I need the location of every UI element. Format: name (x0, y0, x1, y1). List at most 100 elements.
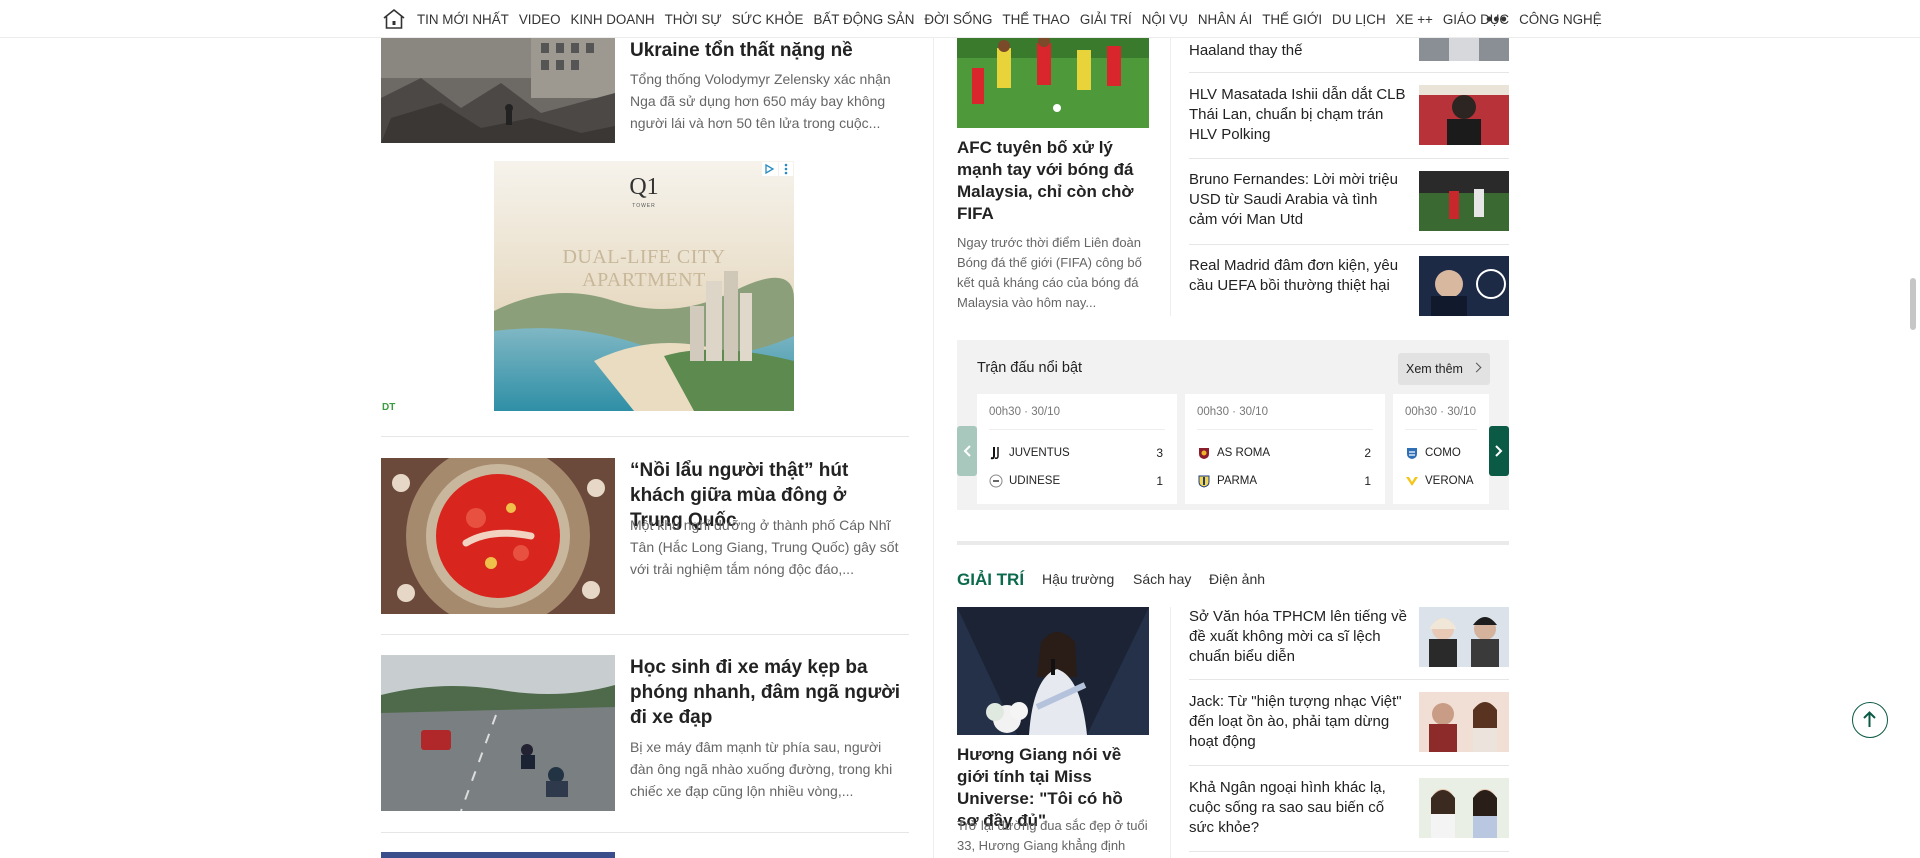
ad-choices-icon[interactable] (762, 162, 778, 176)
divider (381, 832, 909, 833)
divider (989, 429, 1165, 430)
udinese-logo-icon (989, 474, 1003, 488)
home-score: 3 (1156, 446, 1163, 460)
sport-side-thumbnail[interactable] (1419, 171, 1509, 231)
tab-cinema[interactable]: Điện ảnh (1209, 571, 1265, 587)
away-team: UDINESE (989, 472, 1060, 490)
parma-logo-icon (1198, 475, 1210, 488)
divider (1189, 765, 1509, 766)
see-more-button[interactable]: Xem thêm (1398, 353, 1490, 385)
chevron-right-icon (1495, 445, 1503, 457)
nav-item-health[interactable]: SỨC KHỎE (732, 12, 804, 27)
divider (381, 436, 909, 437)
tab-backstage[interactable]: Hậu trường (1042, 571, 1114, 587)
sport-main-sapo: Ngay trước thời điểm Liên đoàn Bóng đá t… (957, 235, 1142, 310)
page-scrollbar-thumb[interactable] (1910, 278, 1916, 330)
scroll-to-top-button[interactable] (1852, 702, 1888, 738)
divider (1170, 38, 1171, 316)
nav-item-news[interactable]: THỜI SỰ (665, 12, 722, 27)
article-thumbnail-motorbike[interactable] (381, 655, 615, 811)
more-menu-icon[interactable]: ••• (1486, 10, 1508, 28)
nav-item-entertainment[interactable]: GIẢI TRÍ (1080, 12, 1132, 27)
divider (1189, 158, 1509, 159)
nav-item-car[interactable]: XE ++ (1396, 12, 1433, 27)
entertainment-side-title[interactable]: Sở Văn hóa TPHCM lên tiếng về đề xuất kh… (1189, 607, 1409, 667)
nav-item-charity[interactable]: NHÂN ÁI (1198, 12, 1252, 27)
away-team: PARMA (1197, 472, 1257, 490)
home-team: AS ROMA (1197, 444, 1270, 462)
sport-side-title[interactable]: HLV Masatada Ishii dẫn dắt CLB Thái Lan,… (1189, 85, 1409, 145)
nav-menu: TIN MỚI NHẤT VIDEO KINH DOANH THỜI SỰ SỨ… (417, 0, 1612, 38)
home-team: COMO (1405, 444, 1461, 462)
entertainment-side-thumbnail[interactable] (1419, 778, 1509, 838)
article-thumbnail-hotpot[interactable] (381, 458, 615, 614)
article-title[interactable]: Ukraine tổn thất nặng nề (630, 38, 910, 63)
team-name: AS ROMA (1217, 447, 1271, 459)
ad-brand-logo: Q1 (629, 174, 659, 200)
verona-logo-icon (1406, 477, 1418, 486)
team-name: JUVENTUS (1009, 447, 1070, 459)
section-title-entertainment[interactable]: GIẢI TRÍ (957, 570, 1024, 590)
nav-item-video[interactable]: VIDEO (519, 12, 561, 27)
nav-item-sport[interactable]: THỂ THAO (1002, 12, 1069, 27)
away-team: VERONA (1405, 472, 1474, 490)
entertainment-side-title[interactable]: Khả Ngân ngoại hình khác lạ, cuộc sống r… (1189, 778, 1409, 838)
ad-source-logo: DT (382, 402, 396, 413)
sport-side-thumbnail[interactable] (1419, 256, 1509, 316)
team-name: VERONA (1425, 475, 1474, 487)
section-divider (957, 541, 1509, 545)
entertainment-main-sapo: Trở lại đường đua sắc đẹp ở tuổi 33, Hươ… (957, 818, 1148, 853)
chevron-right-icon (1471, 362, 1482, 373)
match-card[interactable]: 00h30 · 30/10 JUVENTUS 3 UDINESE 1 (977, 394, 1177, 504)
nav-item-latest[interactable]: TIN MỚI NHẤT (417, 12, 509, 27)
divider (1170, 607, 1171, 858)
team-name: UDINESE (1009, 475, 1061, 487)
home-team: JUVENTUS (989, 444, 1070, 462)
sport-main-title[interactable]: AFC tuyên bố xử lý mạnh tay với bóng đá … (957, 137, 1142, 225)
home-icon[interactable] (382, 8, 406, 30)
nav-item-real-estate[interactable]: BẤT ĐỘNG SẢN (813, 12, 914, 27)
ad-brand-sub: TOWER (632, 203, 656, 209)
nav-item-business[interactable]: KINH DOANH (571, 12, 655, 27)
divider (381, 634, 909, 635)
ad-options-icon[interactable] (779, 162, 793, 176)
article-thumbnail-ukraine[interactable] (381, 38, 615, 143)
nav-item-travel[interactable]: DU LỊCH (1332, 12, 1386, 27)
entertainment-side-thumbnail[interactable] (1419, 692, 1509, 752)
sport-side-thumbnail[interactable] (1419, 38, 1509, 61)
chevron-left-icon (963, 445, 971, 457)
away-score: 1 (1156, 474, 1163, 488)
carousel-prev-button[interactable] (957, 426, 977, 476)
sport-side-title[interactable]: Bruno Fernandes: Lời mời triệu USD từ Sa… (1189, 170, 1409, 230)
sport-side-title[interactable]: Haaland thay thế (1189, 41, 1409, 61)
as-roma-logo-icon (1199, 448, 1209, 459)
como-logo-icon (1407, 448, 1417, 459)
nav-item-life[interactable]: ĐỜI SỐNG (924, 12, 992, 27)
entertainment-side-thumbnail[interactable] (1419, 607, 1509, 667)
article-title[interactable]: Học sinh đi xe máy kẹp ba phóng nhanh, đ… (630, 655, 910, 730)
sport-side-thumbnail[interactable] (1419, 85, 1509, 145)
match-card[interactable]: 00h30 · 30/10 COMO VERONA (1393, 394, 1489, 504)
nav-item-tech[interactable]: CÔNG NGHỆ (1519, 12, 1602, 27)
article-sapo: Một khu nghỉ dưỡng ở thành phố Cáp Nhĩ T… (630, 517, 899, 577)
column-divider (933, 38, 934, 858)
divider (1189, 72, 1509, 73)
entertainment-side-title[interactable]: Jack: Từ "hiện tượng nhạc Việt" đến loạt… (1189, 692, 1409, 752)
article-sapo: Bị xe máy đâm mạnh từ phía sau, người đà… (630, 739, 893, 799)
entertainment-main-thumbnail[interactable] (957, 607, 1149, 735)
match-time: 00h30 · 30/10 (1405, 406, 1476, 418)
top-navigation: TIN MỚI NHẤT VIDEO KINH DOANH THỜI SỰ SỨ… (0, 0, 1920, 38)
match-card[interactable]: 00h30 · 30/10 AS ROMA 2 PARMA 1 (1185, 394, 1385, 504)
tab-good-books[interactable]: Sách hay (1133, 571, 1191, 587)
nav-item-home-affairs[interactable]: NỘI VỤ (1142, 12, 1188, 27)
nav-item-world[interactable]: THẾ GIỚI (1262, 12, 1322, 27)
article-thumbnail-partial[interactable] (381, 852, 615, 858)
divider (1189, 851, 1509, 852)
carousel-next-button[interactable] (1489, 426, 1509, 476)
team-name: PARMA (1217, 475, 1258, 487)
article-sapo: Tổng thống Volodymyr Zelensky xác nhận N… (630, 71, 891, 131)
match-time: 00h30 · 30/10 (1197, 406, 1268, 418)
arrow-up-icon (1863, 711, 1876, 727)
sport-main-thumbnail[interactable] (957, 38, 1149, 128)
sport-side-title[interactable]: Real Madrid đâm đơn kiện, yêu cầu UEFA b… (1189, 256, 1409, 296)
